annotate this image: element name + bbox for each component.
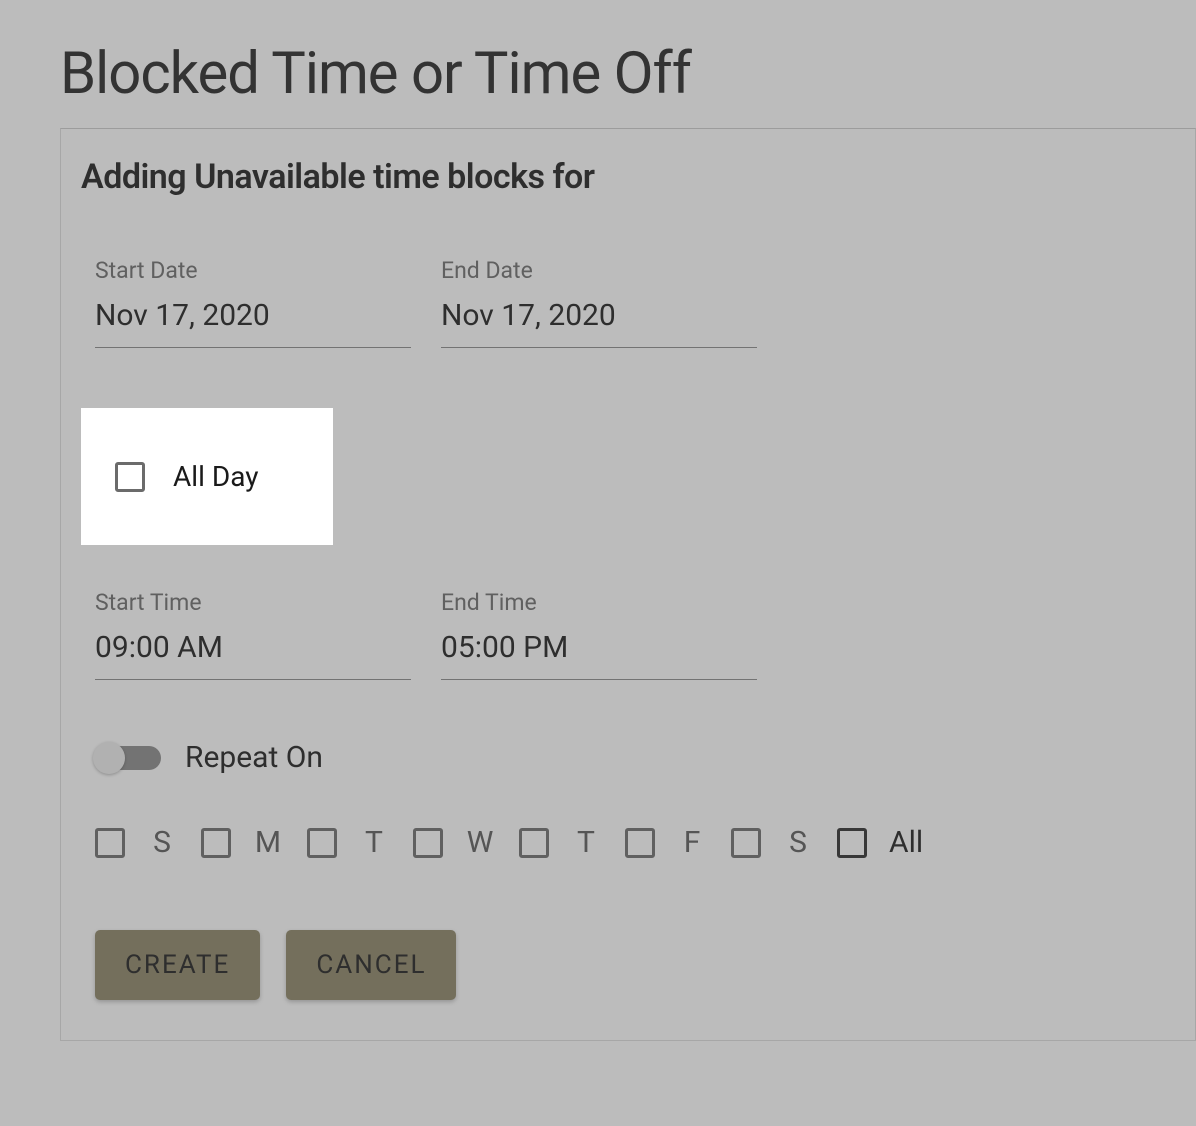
start-date-label: Start Date [95,257,411,284]
day-mon-checkbox[interactable] [201,828,231,858]
date-row: Start Date Nov 17, 2020 End Date Nov 17,… [81,257,1163,348]
day-all-label: All [889,825,923,860]
day-wed[interactable]: W [413,825,495,860]
cancel-button[interactable]: CANCEL [286,930,456,1000]
day-tue-checkbox[interactable] [307,828,337,858]
time-block-form: Adding Unavailable time blocks for Start… [60,128,1196,1041]
all-day-checkbox[interactable] [115,462,145,492]
day-fri-label: F [677,825,707,860]
end-time-field: End Time 05:00 PM [441,589,757,680]
day-all-checkbox[interactable] [837,828,867,858]
page-title: Blocked Time or Time Off [60,40,1196,108]
start-date-input[interactable]: Nov 17, 2020 [95,298,411,348]
start-time-field: Start Time 09:00 AM [95,589,411,680]
end-time-label: End Time [441,589,757,616]
day-fri-checkbox[interactable] [625,828,655,858]
start-time-input[interactable]: 09:00 AM [95,630,411,680]
day-sun-label: S [147,825,177,860]
day-sat-checkbox[interactable] [731,828,761,858]
day-tue[interactable]: T [307,825,389,860]
day-wed-label: W [465,825,495,860]
start-time-label: Start Time [95,589,411,616]
repeat-row: Repeat On [81,740,1163,775]
day-mon[interactable]: M [201,825,283,860]
repeat-toggle[interactable] [95,746,161,770]
day-sat[interactable]: S [731,825,813,860]
form-heading: Adding Unavailable time blocks for [81,157,1163,197]
end-time-input[interactable]: 05:00 PM [441,630,757,680]
button-row: CREATE CANCEL [81,930,1163,1000]
day-sun-checkbox[interactable] [95,828,125,858]
day-thu[interactable]: T [519,825,601,860]
days-row: S M T W T F S [81,825,1163,860]
repeat-label: Repeat On [185,740,323,775]
day-tue-label: T [359,825,389,860]
create-button[interactable]: CREATE [95,930,260,1000]
day-fri[interactable]: F [625,825,707,860]
end-date-input[interactable]: Nov 17, 2020 [441,298,757,348]
day-thu-label: T [571,825,601,860]
day-sun[interactable]: S [95,825,177,860]
all-day-label: All Day [173,460,258,493]
day-thu-checkbox[interactable] [519,828,549,858]
day-mon-label: M [253,825,283,860]
time-row: Start Time 09:00 AM End Time 05:00 PM [81,589,1163,680]
day-sat-label: S [783,825,813,860]
end-date-label: End Date [441,257,757,284]
toggle-knob-icon [93,742,125,774]
day-all[interactable]: All [837,825,923,860]
end-date-field: End Date Nov 17, 2020 [441,257,757,348]
all-day-option[interactable]: All Day [81,408,333,545]
start-date-field: Start Date Nov 17, 2020 [95,257,411,348]
day-wed-checkbox[interactable] [413,828,443,858]
